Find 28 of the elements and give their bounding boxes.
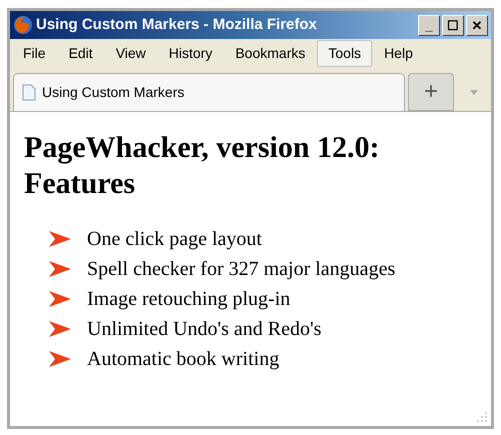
menu-item[interactable]: File — [12, 40, 57, 66]
arrow-bullet-icon — [49, 321, 71, 337]
feature-item: One click page layout — [87, 227, 262, 252]
arrow-bullet-icon — [49, 351, 71, 367]
menu-item[interactable]: History — [158, 40, 224, 66]
tab-list-caret-icon[interactable] — [470, 90, 478, 95]
page-heading: PageWhacker, version 12.0: Features — [24, 130, 381, 202]
arrow-bullet-icon — [49, 261, 71, 277]
feature-item: Image retouching plug-in — [87, 287, 290, 312]
window-title: Using Custom Markers - Mozilla Firefox — [36, 14, 318, 35]
maximize-button[interactable]: ☐ — [442, 14, 464, 36]
feature-item: Automatic book writing — [87, 347, 280, 372]
arrow-bullet-icon — [49, 291, 71, 307]
page-icon — [22, 84, 36, 101]
menu-item[interactable]: Edit — [58, 40, 104, 66]
menu-item[interactable]: Help — [373, 40, 424, 66]
close-button[interactable]: ✕ — [466, 14, 488, 36]
feature-item: Unlimited Undo's and Redo's — [87, 317, 322, 342]
menu-item[interactable]: Bookmarks — [224, 40, 316, 66]
resize-grip-icon[interactable] — [476, 411, 488, 423]
browser-tab[interactable]: Using Custom Markers — [13, 73, 405, 111]
new-tab-button[interactable]: + — [408, 73, 454, 111]
minimize-button[interactable]: _ — [418, 14, 440, 36]
arrow-bullet-icon — [49, 231, 71, 247]
feature-item: Spell checker for 327 major languages — [87, 257, 396, 282]
browser-logo-icon — [13, 15, 33, 35]
menu-item[interactable]: View — [104, 40, 157, 66]
menu-item[interactable]: Tools — [317, 40, 372, 66]
